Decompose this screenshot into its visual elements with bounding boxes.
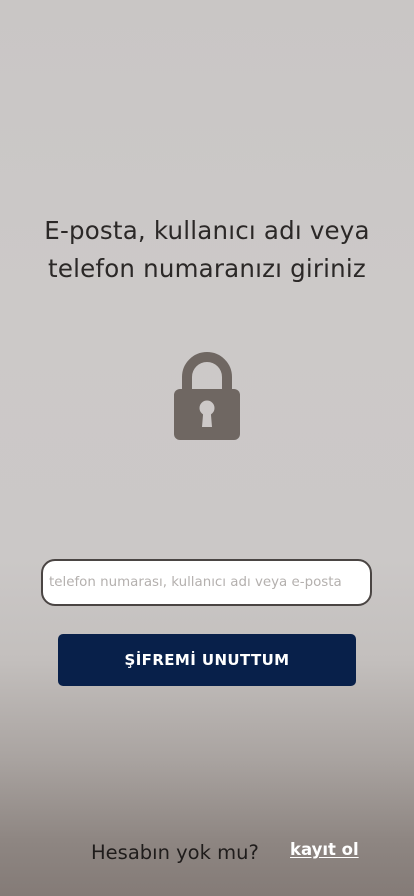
no-account-prompt: Hesabın yok mu? [91, 841, 259, 864]
lock-icon [173, 351, 241, 441]
identifier-input[interactable] [43, 561, 370, 604]
identifier-field[interactable] [41, 559, 372, 606]
page-title-line-1: E-posta, kullanıcı adı veya [44, 216, 370, 245]
page-title-line-2: telefon numaranızı giriniz [48, 254, 366, 283]
page-title: E-posta, kullanıcı adı veya telefon numa… [0, 212, 414, 288]
signup-link[interactable]: kayıt ol [290, 840, 359, 859]
forgot-password-button-label: ŞİFREMİ UNUTTUM [124, 651, 290, 669]
forgot-password-button[interactable]: ŞİFREMİ UNUTTUM [58, 634, 356, 686]
